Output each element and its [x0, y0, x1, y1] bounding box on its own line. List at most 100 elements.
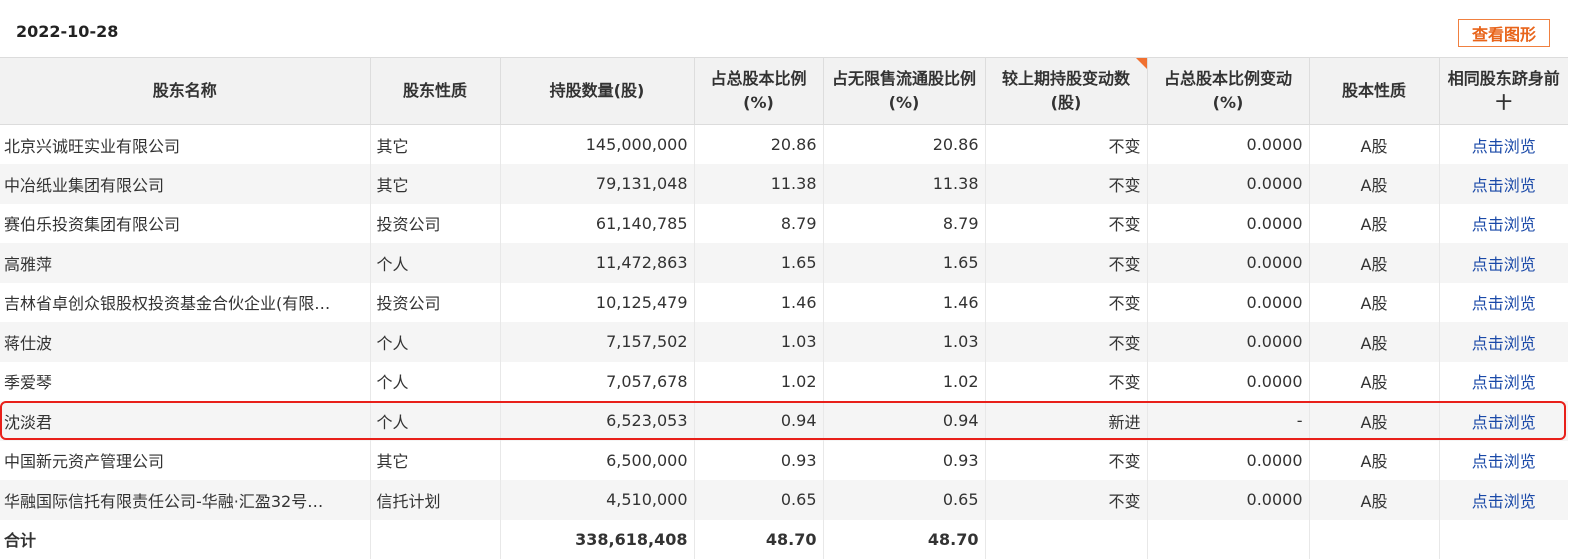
- total-label: 合计: [0, 519, 371, 559]
- pct-total-cell: 20.86: [694, 124, 824, 164]
- total-row: 合计 338,618,408 48.70 48.70: [0, 519, 1568, 559]
- shares-cell: 10,125,479: [500, 282, 695, 322]
- table-row: 华融国际信托有限责任公司-华融·汇盈32号… 信托计划 4,510,000 0.65 0…: [0, 480, 1568, 520]
- view-link[interactable]: 点击浏览: [1439, 125, 1568, 165]
- view-link[interactable]: 点击浏览: [1439, 362, 1568, 402]
- col-header-shareholder-name: 股东名称: [0, 57, 371, 125]
- pct-float-cell: 0.94: [823, 401, 986, 441]
- change-cell: 不变: [985, 203, 1148, 243]
- shareholder-name-cell: 蒋仕波: [0, 322, 371, 362]
- shareholder-type-cell: 其它: [370, 440, 501, 480]
- total-link-cell: [1439, 519, 1568, 559]
- view-chart-button[interactable]: 查看图形: [1458, 19, 1550, 47]
- pct-change-cell: 0.0000: [1147, 124, 1310, 164]
- shareholder-type-cell: 个人: [370, 361, 501, 401]
- pct-float-cell: 0.93: [823, 440, 986, 480]
- shares-cell: 145,000,000: [500, 124, 695, 164]
- total-shares: 338,618,408: [500, 519, 695, 559]
- shares-cell: 61,140,785: [500, 203, 695, 243]
- shareholder-name-cell: 季爱琴: [0, 361, 371, 401]
- view-link[interactable]: 点击浏览: [1439, 243, 1568, 283]
- total-change-cell: [985, 519, 1148, 559]
- shareholder-type-cell: 投资公司: [370, 282, 501, 322]
- share-class-cell: A股: [1309, 164, 1440, 204]
- table-header-row: 股东名称 股东性质 持股数量(股) 占总股本比例(%) 占无限售流通股比例(%)…: [0, 57, 1568, 125]
- shareholder-name-cell: 华融国际信托有限责任公司-华融·汇盈32号…: [0, 480, 371, 520]
- shareholder-type-cell: 信托计划: [370, 480, 501, 520]
- report-date: 2022-10-28: [16, 22, 119, 41]
- col-header-change-label: 较上期持股变动数(股): [1001, 69, 1130, 112]
- view-link[interactable]: 点击浏览: [1439, 204, 1568, 244]
- pct-float-cell: 11.38: [823, 164, 986, 204]
- share-class-cell: A股: [1309, 401, 1440, 441]
- pct-change-cell: 0.0000: [1147, 203, 1310, 243]
- shareholders-table: 股东名称 股东性质 持股数量(股) 占总股本比例(%) 占无限售流通股比例(%)…: [0, 57, 1568, 559]
- change-cell: 不变: [985, 164, 1148, 204]
- shareholder-name-cell: 吉林省卓创众银股权投资基金合伙企业(有限…: [0, 282, 371, 322]
- share-class-cell: A股: [1309, 440, 1440, 480]
- view-link[interactable]: 点击浏览: [1439, 480, 1568, 520]
- change-cell: 不变: [985, 322, 1148, 362]
- table-row: 中冶纸业集团有限公司 其它 79,131,048 11.38 11.38 不变 0.0000…: [0, 164, 1568, 204]
- pct-float-cell: 8.79: [823, 203, 986, 243]
- shares-cell: 7,157,502: [500, 322, 695, 362]
- table-row: 高雅萍 个人 11,472,863 1.65 1.65 不变 0.0000 A股 点击浏览: [0, 243, 1568, 283]
- pct-total-cell: 0.93: [694, 440, 824, 480]
- share-class-cell: A股: [1309, 361, 1440, 401]
- total-pct-total: 48.70: [694, 519, 824, 559]
- pct-change-cell: 0.0000: [1147, 164, 1310, 204]
- table-row: 吉林省卓创众银股权投资基金合伙企业(有限… 投资公司 10,125,479 1.46 1…: [0, 282, 1568, 323]
- table-row: 季爱琴 个人 7,057,678 1.02 1.02 不变 0.0000 A股 点击浏览: [0, 361, 1568, 402]
- pct-total-cell: 1.46: [694, 282, 824, 322]
- shareholder-type-cell: 投资公司: [370, 203, 501, 243]
- pct-float-cell: 1.03: [823, 322, 986, 362]
- pct-total-cell: 11.38: [694, 164, 824, 204]
- pct-total-cell: 8.79: [694, 203, 824, 243]
- shareholder-type-cell: 个人: [370, 401, 501, 441]
- change-cell: 不变: [985, 480, 1148, 520]
- table-row: 蒋仕波 个人 7,157,502 1.03 1.03 不变 0.0000 A股 点击浏览: [0, 322, 1568, 362]
- change-cell: 不变: [985, 440, 1148, 480]
- col-header-pct-total: 占总股本比例(%): [694, 57, 824, 125]
- pct-change-cell: 0.0000: [1147, 322, 1310, 362]
- col-header-same-top10: 相同股东跻身前十: [1439, 57, 1568, 125]
- col-header-pct-change: 占总股本比例变动(%): [1147, 57, 1310, 125]
- change-cell: 新进: [985, 401, 1148, 441]
- change-cell: 不变: [985, 243, 1148, 283]
- shareholder-name-cell: 沈淡君: [0, 401, 371, 441]
- view-link[interactable]: 点击浏览: [1439, 401, 1568, 441]
- col-header-shareholder-type: 股东性质: [370, 57, 501, 125]
- col-header-pct-float: 占无限售流通股比例(%): [823, 57, 986, 125]
- table-row: 沈淡君 个人 6,523,053 0.94 0.94 新进 - A股 点击浏览: [0, 401, 1568, 441]
- pct-total-cell: 0.94: [694, 401, 824, 441]
- pct-total-cell: 1.02: [694, 361, 824, 401]
- shares-cell: 6,523,053: [500, 401, 695, 441]
- pct-change-cell: 0.0000: [1147, 361, 1310, 401]
- total-pct-float: 48.70: [823, 519, 986, 559]
- shareholder-type-cell: 其它: [370, 124, 501, 164]
- view-link[interactable]: 点击浏览: [1439, 283, 1568, 323]
- pct-float-cell: 1.65: [823, 243, 986, 283]
- shareholder-type-cell: 个人: [370, 243, 501, 283]
- shareholder-type-cell: 其它: [370, 164, 501, 204]
- shares-cell: 6,500,000: [500, 440, 695, 480]
- total-share-class-cell: [1309, 519, 1440, 559]
- pct-float-cell: 1.02: [823, 361, 986, 401]
- table-row: 赛伯乐投资集团有限公司 投资公司 61,140,785 8.79 8.79 不变 0.000…: [0, 203, 1568, 244]
- total-pct-change-cell: [1147, 519, 1310, 559]
- view-link[interactable]: 点击浏览: [1439, 441, 1568, 481]
- view-link[interactable]: 点击浏览: [1439, 164, 1568, 204]
- shares-cell: 7,057,678: [500, 361, 695, 401]
- sort-corner-marker: [1135, 58, 1146, 69]
- shares-cell: 11,472,863: [500, 243, 695, 283]
- pct-change-cell: 0.0000: [1147, 440, 1310, 480]
- col-header-change[interactable]: 较上期持股变动数(股): [985, 57, 1148, 125]
- pct-change-cell: 0.0000: [1147, 282, 1310, 322]
- share-class-cell: A股: [1309, 124, 1440, 164]
- shareholder-name-cell: 赛伯乐投资集团有限公司: [0, 203, 371, 243]
- change-cell: 不变: [985, 361, 1148, 401]
- table-row: 中国新元资产管理公司 其它 6,500,000 0.93 0.93 不变 0.0000 A股点…: [0, 440, 1568, 481]
- pct-change-cell: 0.0000: [1147, 480, 1310, 520]
- col-header-share-class: 股本性质: [1309, 57, 1440, 125]
- view-link[interactable]: 点击浏览: [1439, 322, 1568, 362]
